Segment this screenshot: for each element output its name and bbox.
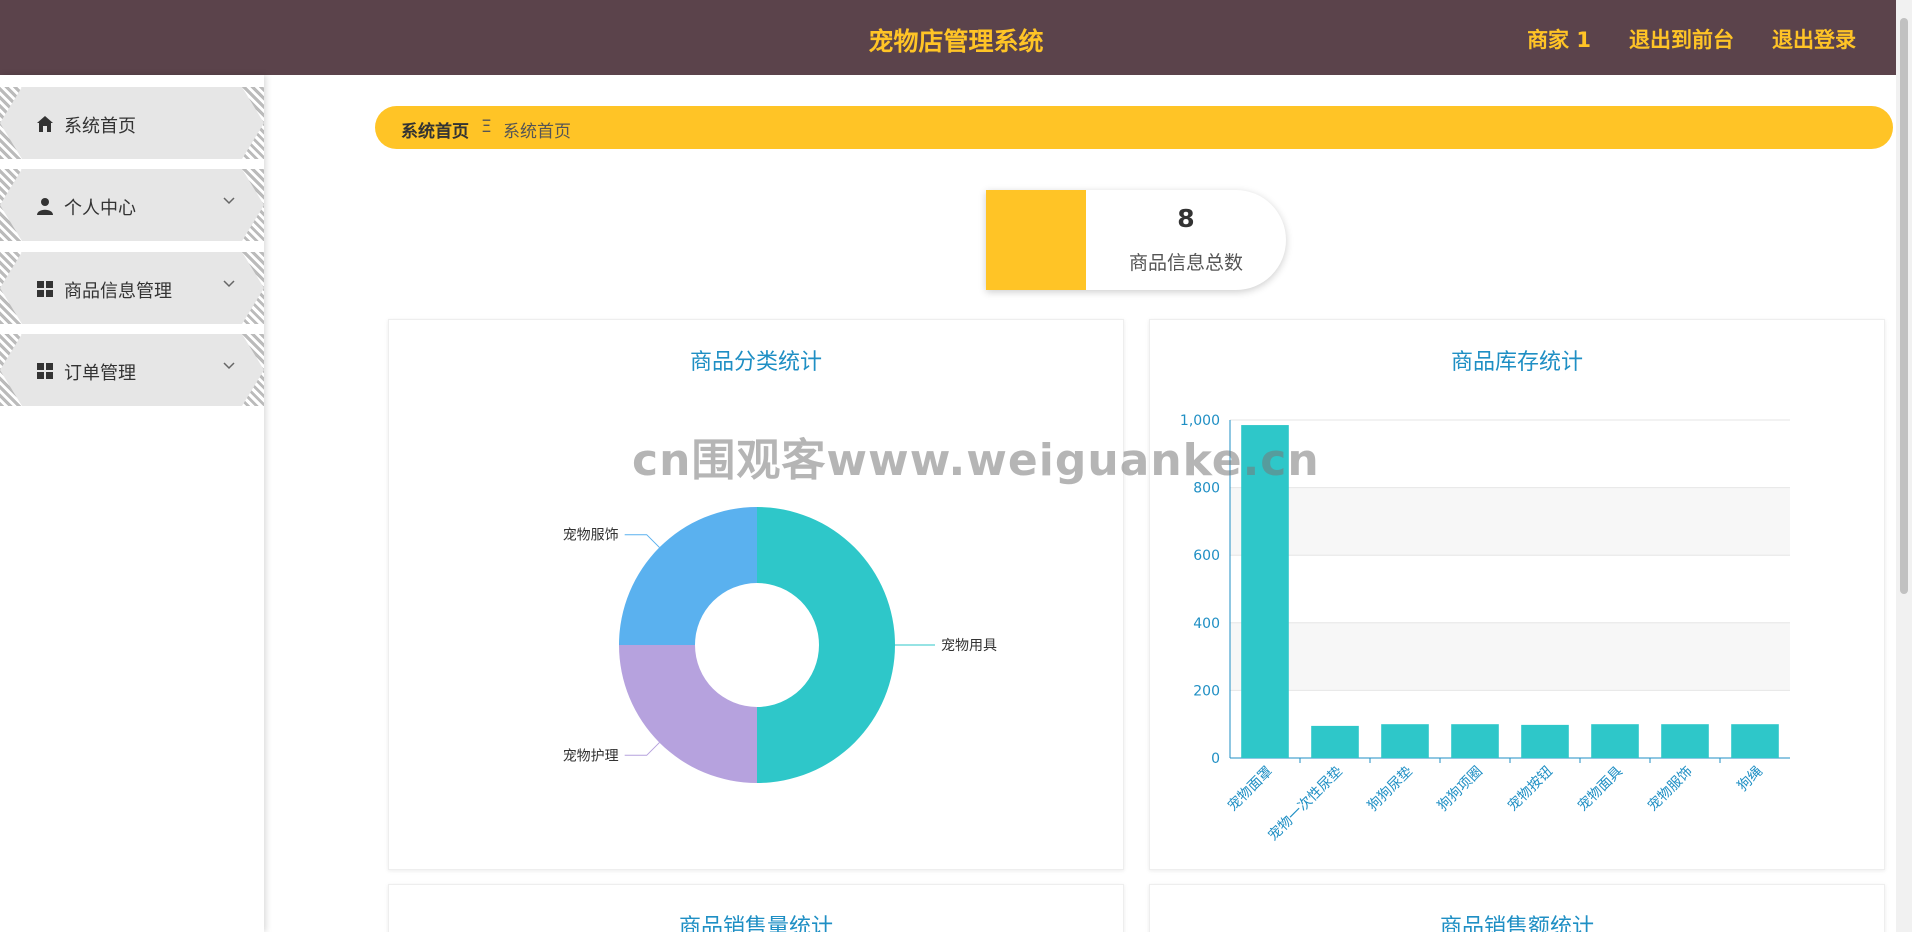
grid-band — [1230, 420, 1790, 488]
grid-icon — [36, 280, 54, 298]
y-tick-label: 600 — [1193, 548, 1220, 564]
x-tick-label: 狗狗尿垫 — [1365, 764, 1416, 815]
pie-label-line — [624, 742, 660, 756]
bar[interactable] — [1521, 724, 1569, 758]
grid-band — [1230, 555, 1790, 623]
stat-color-block — [986, 190, 1086, 290]
y-tick-label: 400 — [1193, 616, 1220, 632]
pie-label-line — [624, 534, 660, 548]
sidebar-item-label: 订单管理 — [64, 363, 136, 384]
pie-slice[interactable] — [619, 507, 757, 645]
breadcrumb-separator: Ξ — [481, 117, 492, 137]
category-pie-chart: 宠物用具宠物护理 宠物服饰 — [563, 507, 997, 783]
sidebar-item-order-management[interactable]: 订单管理 — [0, 334, 264, 406]
sidebar: 系统首页 个人中心 商品信息管理 订单管理 — [0, 75, 264, 932]
y-tick-label: 0 — [1211, 751, 1220, 767]
bar[interactable] — [1451, 724, 1499, 758]
chevron-down-icon — [222, 193, 236, 207]
chart-title: 商品销售量统计 — [678, 915, 833, 932]
header-links: 商家 1 退出到前台 退出登录 — [1527, 24, 1856, 54]
y-tick-label: 800 — [1193, 481, 1220, 497]
user-icon — [36, 197, 54, 215]
pie-slice-label: 宠物用具 — [941, 638, 997, 654]
stat-label: 商品信息总数 — [1128, 252, 1243, 274]
y-tick-label: 1,000 — [1180, 413, 1220, 429]
sales-quantity-chart-panel: 商品销售量统计 — [388, 884, 1124, 932]
stock-bar-chart: 0 200 400 600 800 1,000 宠物面罩宠物一次性尿垫 狗狗尿垫 狗狗项圈 宠物按… — [1180, 413, 1790, 845]
bar[interactable] — [1661, 724, 1709, 758]
x-tick-label: 宠物面具 — [1575, 764, 1626, 815]
scrollbar-thumb[interactable] — [1900, 18, 1908, 594]
chart-title: 商品销售额统计 — [1439, 915, 1594, 932]
chevron-down-icon — [222, 276, 236, 290]
breadcrumb: 系统首页 Ξ 系统首页 — [375, 106, 1893, 149]
x-tick-label: 宠物面罩 — [1225, 764, 1276, 815]
chevron-down-icon — [222, 358, 236, 372]
pie-slice[interactable] — [619, 645, 757, 783]
sidebar-item-label: 系统首页 — [64, 116, 136, 137]
bar[interactable] — [1241, 425, 1289, 758]
grid-band — [1230, 622, 1790, 691]
sidebar-item-product-management[interactable]: 商品信息管理 — [0, 252, 264, 324]
pie-slice-label: 宠物服饰 — [563, 528, 619, 544]
bar[interactable] — [1591, 724, 1639, 758]
sidebar-item-personal-center[interactable]: 个人中心 — [0, 169, 264, 241]
breadcrumb-current: 系统首页 — [503, 122, 571, 142]
sidebar-item-label: 个人中心 — [64, 198, 136, 219]
y-tick-label: 200 — [1193, 683, 1220, 699]
pie-slice[interactable] — [757, 507, 895, 783]
x-tick-label: 宠物按钮 — [1505, 764, 1556, 815]
sidebar-item-home[interactable]: 系统首页 — [0, 87, 264, 159]
x-tick-label: 宠物服饰 — [1645, 764, 1696, 815]
sidebar-item-label: 商品信息管理 — [64, 281, 172, 302]
top-header: 宠物店管理系统 商家 1 退出到前台 退出登录 — [0, 0, 1896, 75]
home-icon — [36, 115, 54, 133]
merchant-user-link[interactable]: 商家 1 — [1527, 24, 1591, 54]
stat-card-product-total: 8 商品信息总数 — [986, 190, 1286, 290]
x-tick-label: 狗绳 — [1735, 764, 1766, 795]
page-scrollbar[interactable] — [1896, 0, 1912, 932]
x-tick-label: 狗狗项圈 — [1435, 764, 1486, 815]
sales-amount-chart-panel: 商品销售额统计 — [1149, 884, 1885, 932]
grid-icon — [36, 362, 54, 380]
category-chart-panel: 商品分类统计 宠物用具 宠物护理 宠物服饰 — [388, 319, 1124, 870]
stat-value: 8 — [1177, 204, 1195, 233]
x-tick-label: 宠物一次性尿垫 — [1265, 764, 1346, 845]
stock-chart-panel: 商品库存统计 0 200 400 600 800 1,000 宠物面罩 宠物一次性尿垫 狗狗尿垫… — [1149, 319, 1885, 870]
grid-band — [1230, 487, 1790, 556]
bar[interactable] — [1381, 724, 1429, 758]
pie-slice-label: 宠物护理 — [563, 748, 619, 764]
bar[interactable] — [1731, 724, 1779, 758]
exit-to-frontend-link[interactable]: 退出到前台 — [1629, 24, 1734, 54]
logout-link[interactable]: 退出登录 — [1772, 24, 1856, 54]
bar[interactable] — [1311, 725, 1359, 758]
breadcrumb-home[interactable]: 系统首页 — [401, 117, 469, 142]
